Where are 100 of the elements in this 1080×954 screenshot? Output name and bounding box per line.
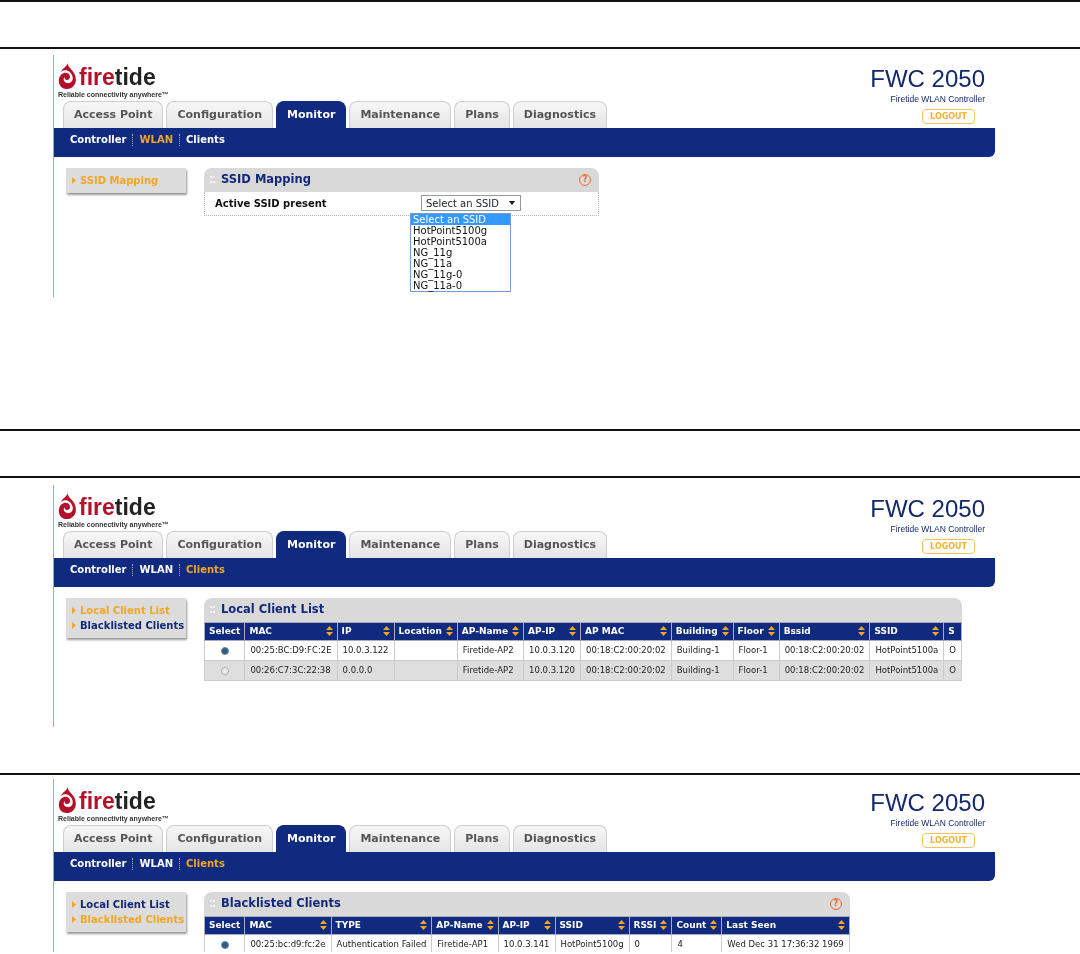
table-cell: O [943, 640, 962, 661]
subnav-link[interactable]: Clients [180, 133, 231, 146]
column-header[interactable]: Building [671, 622, 734, 641]
chevron-icon [72, 176, 76, 184]
tab[interactable]: Access Point [63, 825, 164, 852]
radio-button[interactable] [220, 646, 229, 655]
sort-icon [660, 920, 668, 931]
sort-icon [382, 626, 390, 637]
subnav-link[interactable]: Clients [180, 857, 231, 870]
ssid-dropdown[interactable]: Select an SSID [421, 195, 521, 211]
sort-icon [486, 920, 494, 931]
product-subtitle: Firetide WLAN Controller [890, 523, 985, 536]
grip-icon [210, 175, 215, 184]
tab[interactable]: Access Point [63, 101, 164, 128]
tab[interactable]: Access Point [63, 531, 164, 558]
tab[interactable]: Plans [454, 825, 510, 852]
column-header[interactable]: RSSI [629, 916, 672, 935]
sort-icon [617, 920, 625, 931]
column-header[interactable]: AP-IP [498, 916, 556, 935]
subnav-link[interactable]: Controller [64, 133, 133, 146]
column-header[interactable]: Count [671, 916, 722, 935]
column-header[interactable]: IP [337, 622, 394, 641]
sort-icon [710, 920, 718, 931]
sort-icon [319, 920, 327, 931]
sort-icon [767, 626, 775, 637]
subnav-link[interactable]: WLAN [133, 563, 179, 576]
column-header[interactable]: SSID [869, 622, 944, 641]
column-header: Select [204, 622, 245, 641]
column-header[interactable]: Floor [733, 622, 780, 641]
dropdown-option[interactable]: NG_11g-0 [411, 268, 510, 280]
sidebar-item[interactable]: Local Client List [72, 896, 180, 912]
flame-logo-icon [58, 61, 78, 89]
radio-button[interactable] [220, 666, 229, 675]
column-header[interactable]: MAC [244, 916, 332, 935]
sort-icon [932, 626, 940, 637]
tab[interactable]: Maintenance [349, 825, 452, 852]
table-cell: HotPoint5100a [869, 640, 944, 661]
dropdown-option[interactable]: NG_11g [411, 246, 510, 258]
grip-icon [210, 899, 215, 908]
panel-title: SSID Mapping [221, 170, 311, 188]
table-cell: 00:18:C2:00:20:02 [779, 640, 870, 661]
table-cell: Building-1 [671, 640, 734, 661]
dropdown-option[interactable]: HotPoint5100g [411, 224, 510, 236]
sort-icon [420, 920, 428, 931]
table-cell: 10.0.3.120 [523, 640, 581, 661]
subnav-link[interactable]: WLAN [133, 133, 179, 146]
grip-icon [210, 605, 215, 614]
sort-icon [858, 626, 866, 637]
column-header[interactable]: AP-Name [431, 916, 499, 935]
column-header[interactable]: TYPE [331, 916, 432, 935]
product-subtitle: Firetide WLAN Controller [890, 93, 985, 106]
sort-icon [837, 920, 845, 931]
sort-icon [445, 626, 453, 637]
tab[interactable]: Plans [454, 101, 510, 128]
tab[interactable]: Maintenance [349, 101, 452, 128]
subnav-link[interactable]: WLAN [133, 857, 179, 870]
tab[interactable]: Configuration [166, 531, 273, 558]
flame-logo-icon [58, 491, 78, 519]
sort-icon [569, 626, 577, 637]
sort-icon [659, 626, 667, 637]
tab[interactable]: Plans [454, 531, 510, 558]
dropdown-option[interactable]: HotPoint5100a [411, 235, 510, 247]
tab[interactable]: Configuration [166, 101, 273, 128]
subnav-link[interactable]: Controller [64, 563, 133, 576]
product-subtitle: Firetide WLAN Controller [890, 817, 985, 830]
dropdown-option[interactable]: NG_11a-0 [411, 279, 510, 291]
column-header[interactable]: AP-Name [457, 622, 524, 641]
tab[interactable]: Maintenance [349, 531, 452, 558]
column-header[interactable]: SSID [555, 916, 630, 935]
panel-title: Local Client List [221, 600, 325, 618]
column-header[interactable]: Location [394, 622, 458, 641]
column-header[interactable]: AP-IP [523, 622, 581, 641]
product-title: FWC 2050 [870, 791, 985, 815]
table-cell [394, 640, 458, 661]
flame-logo-icon [58, 785, 78, 813]
column-header[interactable]: Bssid [779, 622, 870, 641]
tab[interactable]: Diagnostics [512, 825, 607, 852]
column-header[interactable]: Last Seen [721, 916, 850, 935]
tab[interactable]: Diagnostics [512, 101, 607, 128]
tab[interactable]: Monitor [276, 825, 347, 852]
field-label: Active SSID present [215, 196, 328, 211]
radio-button[interactable] [220, 940, 229, 949]
product-title: FWC 2050 [870, 67, 985, 91]
tab[interactable]: Configuration [166, 825, 273, 852]
tab[interactable]: Monitor [276, 101, 347, 128]
sort-icon [512, 626, 520, 637]
table-cell: 00:25:BC:D9:FC:2E [244, 640, 338, 661]
table-cell: Firetide-AP2 [457, 640, 524, 661]
logo-text: firetide [79, 790, 156, 813]
column-header[interactable]: MAC [244, 622, 338, 641]
subnav-link[interactable]: Clients [180, 563, 231, 576]
logo-text: firetide [79, 496, 156, 519]
sort-icon [543, 920, 551, 931]
tab[interactable]: Diagnostics [512, 531, 607, 558]
tab[interactable]: Monitor [276, 531, 347, 558]
column-header[interactable]: AP MAC [580, 622, 672, 641]
panel-title: Blacklisted Clients [221, 894, 341, 912]
dropdown-option[interactable]: NG_11a [411, 257, 510, 269]
table-cell: 10.0.3.122 [337, 640, 394, 661]
subnav-link[interactable]: Controller [64, 857, 133, 870]
